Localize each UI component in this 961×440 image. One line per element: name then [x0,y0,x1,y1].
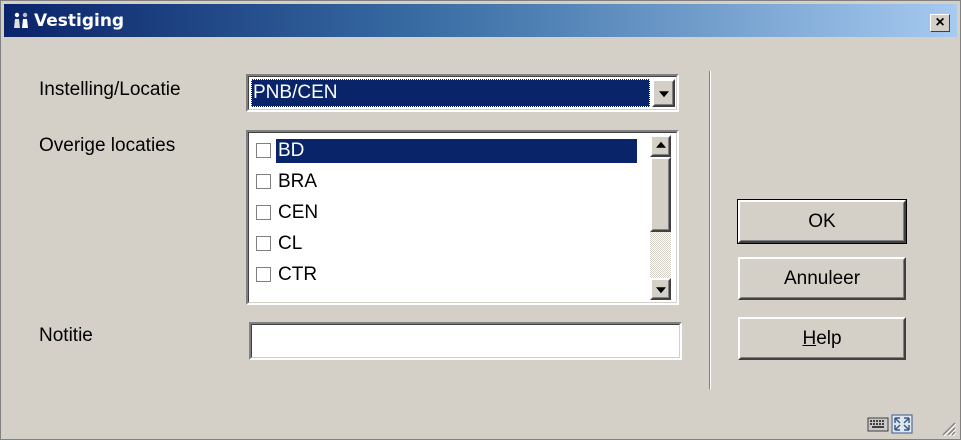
ok-button-label: OK [808,210,836,232]
scroll-up-button[interactable] [650,135,671,157]
overige-label: Overige locaties [39,135,176,156]
cancel-button[interactable]: Annuleer [738,257,906,300]
checkbox[interactable] [256,174,271,189]
list-item-label: BD [276,139,637,163]
checkbox[interactable] [256,205,271,220]
dropdown-button[interactable] [652,79,675,107]
size-grip-icon[interactable] [939,419,957,437]
notitie-label: Notitie [39,325,93,346]
list-item-bra[interactable]: BRA [251,166,635,197]
people-icon [14,12,28,28]
scroll-thumb[interactable] [650,157,671,232]
vertical-divider [709,71,711,389]
list-item-label: CL [278,233,303,254]
close-icon: × [935,14,945,31]
ok-button[interactable]: OK [737,199,907,244]
instelling-dropdown[interactable]: PNB/CEN [246,74,679,112]
help-label-rest: elp [816,327,842,349]
dialog-window: Vestiging × Instelling/Locatie PNB/CEN O… [0,0,961,440]
list-item-label: CEN [278,202,319,223]
list-item-ctr[interactable]: CTR [251,259,635,290]
scroll-down-button[interactable] [650,278,671,300]
keyboard-icon[interactable] [867,415,889,433]
chevron-down-icon [655,287,666,294]
help-button-label: Help [740,319,904,358]
chevron-up-icon [655,141,666,148]
overige-locaties-list[interactable]: BD BRA CEN CL CTR [246,130,679,305]
chevron-down-icon [658,91,669,98]
close-button[interactable]: × [930,14,950,32]
list-item-bd[interactable]: BD [251,135,637,166]
help-button[interactable]: Help [738,317,906,360]
list-item-label: BRA [278,171,318,192]
list-item-cl[interactable]: CL [251,228,635,259]
instelling-label: Instelling/Locatie [39,79,181,100]
resize-window-icon[interactable] [891,414,913,434]
checkbox[interactable] [256,267,271,282]
list-item-label: CTR [278,264,318,285]
list-item-cen[interactable]: CEN [251,197,635,228]
title-bar[interactable]: Vestiging [4,4,957,37]
notitie-field[interactable] [249,322,682,360]
window-title: Vestiging [34,11,125,31]
checkbox[interactable] [256,236,271,251]
cancel-button-label: Annuleer [783,267,861,289]
checkbox[interactable] [256,143,271,158]
help-mnemonic: H [802,327,817,349]
instelling-selected-value: PNB/CEN [251,79,650,107]
